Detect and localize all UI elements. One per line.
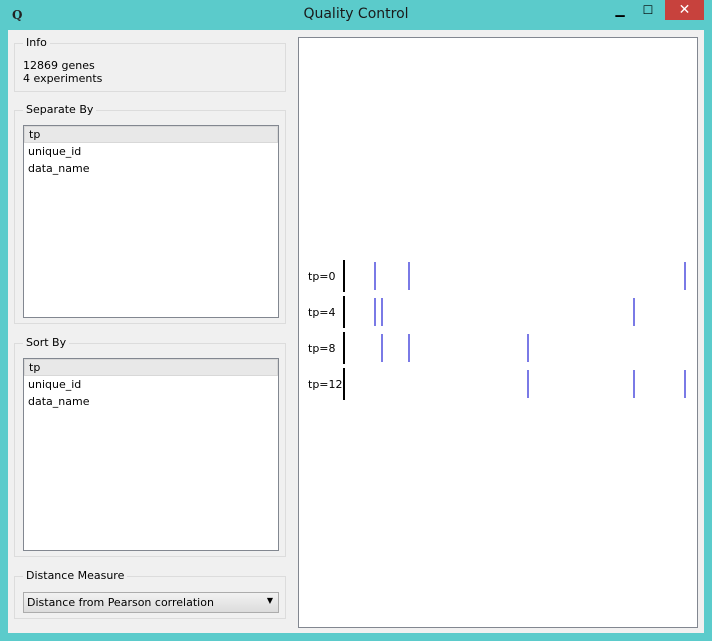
client-area: Info 12869 genes 4 experiments Separate … bbox=[8, 30, 704, 633]
experiment-mark[interactable] bbox=[374, 262, 376, 290]
close-button[interactable]: ✕ bbox=[665, 0, 704, 20]
sort-by-title: Sort By bbox=[23, 336, 70, 349]
row-axis bbox=[343, 332, 345, 364]
distance-measure-value: Distance from Pearson correlation bbox=[27, 596, 214, 609]
experiment-mark[interactable] bbox=[633, 370, 635, 398]
experiments-count: 4 experiments bbox=[23, 72, 103, 85]
row-label: tp=0 bbox=[308, 270, 336, 283]
maximize-button[interactable]: ☐ bbox=[634, 0, 662, 20]
chevron-down-icon: ▼ bbox=[266, 596, 273, 605]
separate-by-list[interactable]: tp unique_id data_name bbox=[23, 125, 279, 318]
separate-by-title: Separate By bbox=[23, 103, 97, 116]
separate-by-item-tp[interactable]: tp bbox=[24, 126, 278, 143]
distance-measure-select[interactable]: Distance from Pearson correlation ▼ bbox=[23, 592, 279, 613]
sort-by-group: Sort By tp unique_id data_name bbox=[14, 336, 286, 557]
experiment-mark[interactable] bbox=[374, 298, 376, 326]
row-label: tp=4 bbox=[308, 306, 336, 319]
experiment-mark[interactable] bbox=[408, 334, 410, 362]
experiment-mark[interactable] bbox=[527, 370, 529, 398]
sort-by-item-unique-id[interactable]: unique_id bbox=[24, 376, 278, 393]
experiment-mark[interactable] bbox=[381, 298, 383, 326]
title-bar[interactable]: Q Quality Control ▁ ☐ ✕ bbox=[0, 0, 712, 30]
experiment-mark[interactable] bbox=[684, 370, 686, 398]
sort-by-item-tp[interactable]: tp bbox=[24, 359, 278, 376]
experiment-mark[interactable] bbox=[527, 334, 529, 362]
row-label: tp=12 bbox=[308, 378, 343, 391]
window: Q Quality Control ▁ ☐ ✕ Info 12869 genes… bbox=[0, 0, 712, 641]
distance-measure-title: Distance Measure bbox=[23, 569, 128, 582]
row-axis bbox=[343, 296, 345, 328]
experiment-mark[interactable] bbox=[684, 262, 686, 290]
separate-by-item-data-name[interactable]: data_name bbox=[24, 160, 278, 177]
experiment-mark[interactable] bbox=[633, 298, 635, 326]
minimize-button[interactable]: ▁ bbox=[606, 0, 634, 20]
sort-by-list[interactable]: tp unique_id data_name bbox=[23, 358, 279, 551]
separate-by-group: Separate By tp unique_id data_name bbox=[14, 103, 286, 324]
info-group: Info 12869 genes 4 experiments bbox=[14, 36, 286, 92]
distance-measure-group: Distance Measure Distance from Pearson c… bbox=[14, 569, 286, 619]
experiment-mark[interactable] bbox=[381, 334, 383, 362]
row-label: tp=8 bbox=[308, 342, 336, 355]
info-group-title: Info bbox=[23, 36, 50, 49]
genes-count: 12869 genes bbox=[23, 59, 95, 72]
plot-canvas[interactable]: tp=0 tp=4 tp=8 tp=12 bbox=[298, 37, 698, 628]
row-axis bbox=[343, 368, 345, 400]
separate-by-item-unique-id[interactable]: unique_id bbox=[24, 143, 278, 160]
row-axis bbox=[343, 260, 345, 292]
experiment-mark[interactable] bbox=[408, 262, 410, 290]
sort-by-item-data-name[interactable]: data_name bbox=[24, 393, 278, 410]
